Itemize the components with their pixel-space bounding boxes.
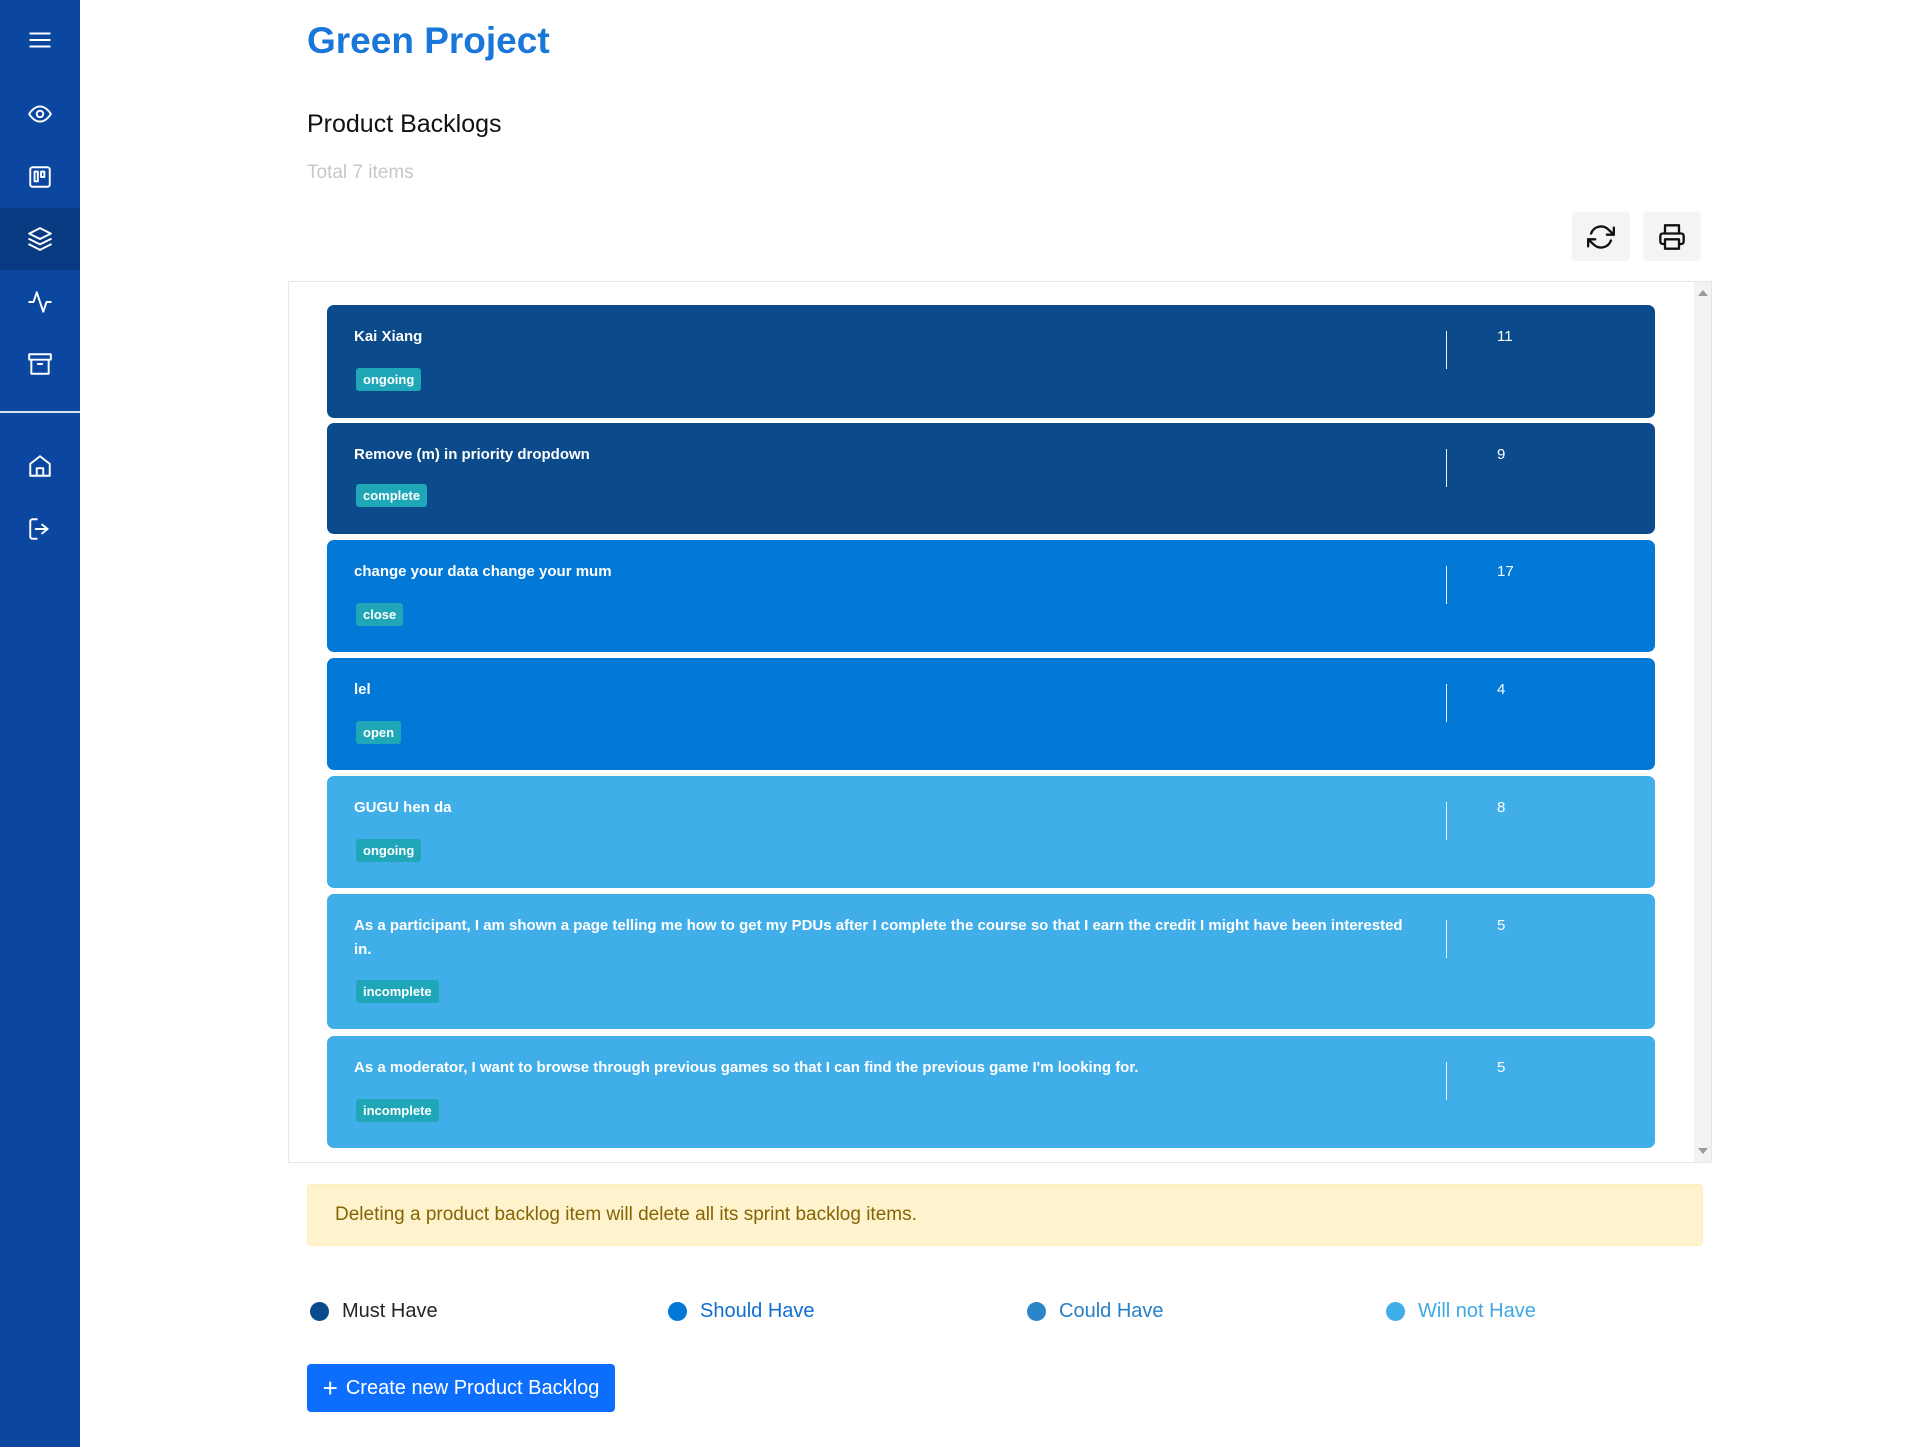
- create-product-backlog-button[interactable]: + Create new Product Backlog: [307, 1364, 615, 1412]
- project-title: Green Project: [307, 20, 550, 61]
- legend-must-have: Must Have: [310, 1300, 438, 1323]
- sidebar-divider: [0, 411, 80, 413]
- warning-text: Deleting a product backlog item will del…: [335, 1204, 917, 1225]
- list-scrollbar[interactable]: [1694, 282, 1711, 1162]
- sidebar-item-logout[interactable]: [0, 498, 80, 560]
- item-divider: [1446, 1062, 1447, 1100]
- archive-icon: [28, 353, 52, 375]
- item-divider: [1446, 802, 1447, 840]
- home-icon: [29, 455, 51, 477]
- status-badge: close: [356, 603, 404, 626]
- sidebar-item-overview[interactable]: [0, 83, 80, 145]
- sidebar-item-board[interactable]: [0, 146, 80, 208]
- story-points: 11: [1497, 328, 1513, 345]
- scroll-up-arrow-icon[interactable]: [1698, 290, 1708, 296]
- refresh-icon: [1587, 224, 1615, 249]
- backlog-item[interactable]: Kai Xiang ongoing 11: [327, 305, 1655, 418]
- hamburger-menu-icon: [29, 32, 51, 48]
- story-points: 5: [1497, 1059, 1506, 1076]
- item-divider: [1446, 684, 1447, 722]
- legend-label: Will not Have: [1418, 1300, 1536, 1322]
- layers-icon: [28, 227, 52, 251]
- print-button[interactable]: [1643, 212, 1701, 261]
- logout-icon: [29, 518, 49, 540]
- sidebar-item-home[interactable]: [0, 435, 80, 497]
- sidebar-item-activity[interactable]: [0, 271, 80, 333]
- backlog-item[interactable]: Remove (m) in priority dropdown complete…: [327, 423, 1655, 534]
- story-points: 4: [1497, 681, 1506, 698]
- legend-label: Must Have: [342, 1300, 438, 1322]
- sidebar: [0, 0, 80, 1447]
- print-icon: [1659, 223, 1685, 250]
- backlog-item[interactable]: As a participant, I am shown a page tell…: [327, 894, 1655, 1029]
- backlog-item[interactable]: As a moderator, I want to browse through…: [327, 1036, 1655, 1148]
- will-not-have-dot-icon: [1386, 1302, 1405, 1321]
- should-have-dot-icon: [668, 1302, 687, 1321]
- status-badge: complete: [356, 484, 428, 507]
- kanban-icon: [29, 166, 51, 188]
- backlog-item[interactable]: change your data change your mum close 1…: [327, 540, 1655, 652]
- backlog-item-title: Kai Xiang: [354, 328, 423, 345]
- backlog-item[interactable]: GUGU hen da ongoing 8: [327, 776, 1655, 888]
- item-divider: [1446, 920, 1447, 958]
- scroll-down-arrow-icon[interactable]: [1698, 1148, 1708, 1154]
- sidebar-item-backlogs[interactable]: [0, 208, 80, 270]
- menu-toggle-button[interactable]: [0, 15, 80, 65]
- item-divider: [1446, 566, 1447, 604]
- backlog-item-title: As a moderator, I want to browse through…: [354, 1059, 1139, 1076]
- status-badge: ongoing: [356, 839, 422, 862]
- status-badge: incomplete: [356, 1099, 439, 1122]
- status-badge: incomplete: [356, 980, 439, 1003]
- backlog-item-title: lel: [354, 681, 371, 698]
- backlog-item-title: GUGU hen da: [354, 799, 452, 816]
- story-points: 17: [1497, 563, 1514, 580]
- legend-could-have: Could Have: [1027, 1300, 1164, 1323]
- story-points: 8: [1497, 799, 1506, 816]
- backlog-item-title: As a participant, I am shown a page tell…: [354, 917, 1403, 958]
- refresh-button[interactable]: [1572, 212, 1630, 261]
- item-divider: [1446, 331, 1447, 369]
- status-badge: open: [356, 721, 402, 744]
- backlog-item[interactable]: lel open 4: [327, 658, 1655, 770]
- activity-icon: [28, 291, 52, 313]
- story-points: 5: [1497, 917, 1506, 934]
- legend-label: Could Have: [1059, 1300, 1164, 1322]
- story-points: 9: [1497, 446, 1506, 463]
- could-have-dot-icon: [1027, 1302, 1046, 1321]
- backlog-item-title: change your data change your mum: [354, 563, 612, 580]
- backlog-item-title: Remove (m) in priority dropdown: [354, 446, 590, 463]
- sidebar-item-archive[interactable]: [0, 333, 80, 395]
- must-have-dot-icon: [310, 1302, 329, 1321]
- plus-icon: +: [322, 1373, 338, 1403]
- item-divider: [1446, 449, 1447, 487]
- delete-warning-alert: Deleting a product backlog item will del…: [307, 1184, 1703, 1246]
- create-button-label: Create new Product Backlog: [345, 1376, 600, 1399]
- legend-will-not-have: Will not Have: [1386, 1300, 1536, 1323]
- status-badge: ongoing: [356, 368, 422, 391]
- legend-label: Should Have: [700, 1300, 815, 1322]
- page-title: Product Backlogs: [307, 110, 502, 138]
- backlog-list-panel: Kai Xiang ongoing 11 Remove (m) in prior…: [288, 281, 1712, 1163]
- legend-should-have: Should Have: [668, 1300, 815, 1323]
- total-items-count: Total 7 items: [307, 162, 414, 183]
- eye-icon: [28, 105, 52, 123]
